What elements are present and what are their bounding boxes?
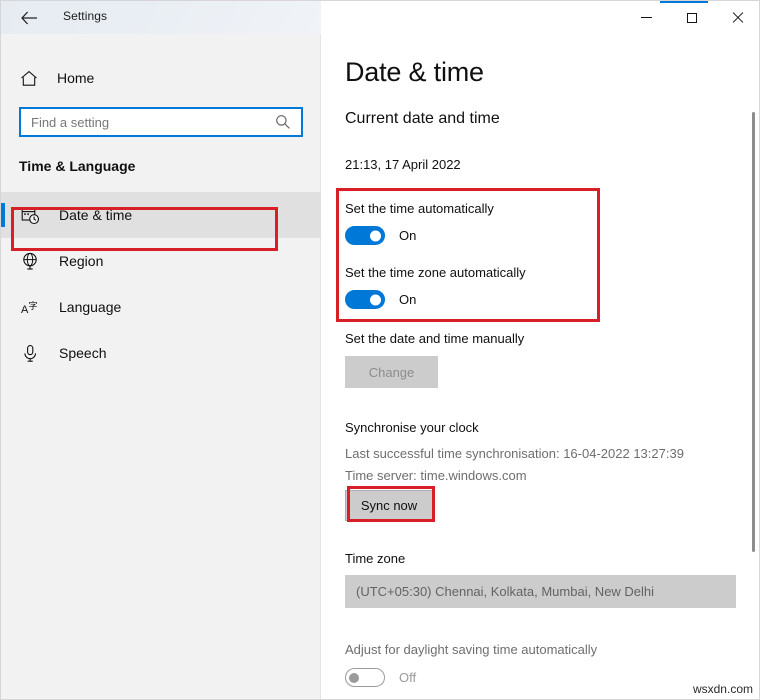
set-timezone-automatically-toggle[interactable] [345, 290, 385, 309]
sidebar-item-home[interactable]: Home [1, 60, 321, 96]
set-time-automatically-toggle[interactable] [345, 226, 385, 245]
sidebar: Home Time & Language [1, 34, 321, 699]
window-controls [623, 1, 759, 34]
search-input[interactable] [29, 113, 269, 131]
back-arrow-icon [20, 11, 37, 25]
set-timezone-automatically-toggle-row: On [345, 290, 416, 309]
set-manually-label: Set the date and time manually [345, 331, 525, 346]
current-date-time-value: 21:13, 17 April 2022 [345, 157, 461, 172]
home-icon [19, 68, 39, 88]
selection-indicator [1, 203, 5, 227]
sidebar-item-label: Language [59, 299, 122, 315]
sidebar-item-label: Speech [59, 345, 107, 361]
sidebar-item-language[interactable]: A 字 Language [1, 284, 321, 330]
sidebar-item-region[interactable]: Region [1, 238, 321, 284]
minimize-button[interactable] [623, 1, 669, 34]
time-server-text: Time server: time.windows.com [345, 468, 527, 483]
toggle-knob [370, 294, 381, 305]
sync-now-button[interactable]: Sync now [345, 490, 433, 521]
content-scrollbar-track[interactable] [747, 34, 759, 699]
current-date-time-heading: Current date and time [345, 110, 500, 127]
timezone-heading: Time zone [345, 551, 406, 566]
daylight-saving-state: Off [399, 670, 417, 685]
title-bar-left-pane [1, 1, 321, 34]
set-time-automatically-label: Set the time automatically [345, 201, 494, 216]
content-scrollbar-thumb[interactable] [752, 112, 755, 552]
minimize-icon [640, 17, 652, 18]
search-icon[interactable] [271, 114, 295, 130]
svg-text:字: 字 [28, 300, 37, 312]
main-content: Date & time Current date and time 21:13,… [322, 34, 759, 699]
settings-window: Settings Home Find a setting Time & Lang… [0, 0, 760, 700]
sidebar-item-label: Date & time [59, 207, 133, 223]
daylight-saving-label: Adjust for daylight saving time automati… [345, 642, 598, 657]
language-icon: A 字 [19, 296, 41, 318]
maximize-button[interactable] [669, 1, 715, 34]
synchronise-clock-heading: Synchronise your clock [345, 420, 479, 435]
set-time-automatically-state: On [399, 228, 417, 243]
timezone-select[interactable]: (UTC+05:30) Chennai, Kolkata, Mumbai, Ne… [345, 575, 736, 608]
close-icon [732, 12, 744, 24]
sidebar-section-title: Time & Language [19, 158, 136, 174]
toggle-knob [349, 672, 359, 683]
set-timezone-automatically-label: Set the time zone automatically [345, 265, 526, 280]
calendar-clock-icon [19, 204, 41, 226]
sidebar-nav: Date & time Region A 字 Language Speech [1, 192, 321, 376]
toggle-knob [370, 230, 381, 241]
page-title: Date & time [345, 57, 484, 87]
set-time-automatically-toggle-row: On [345, 226, 416, 245]
close-button[interactable] [715, 1, 759, 34]
back-button[interactable] [9, 3, 49, 33]
sidebar-item-date-and-time[interactable]: Date & time [1, 192, 321, 238]
last-sync-text: Last successful time synchronisation: 16… [345, 446, 684, 461]
daylight-saving-toggle[interactable] [345, 668, 385, 687]
globe-icon [19, 250, 41, 272]
set-timezone-automatically-state: On [399, 292, 417, 307]
window-title: Settings [63, 9, 108, 23]
maximize-icon [687, 12, 697, 23]
change-button[interactable]: Change [345, 356, 438, 388]
sidebar-item-label: Region [59, 253, 104, 269]
search-box[interactable] [19, 107, 303, 137]
sidebar-item-speech[interactable]: Speech [1, 330, 321, 376]
daylight-saving-toggle-row: Off [345, 668, 416, 687]
microphone-icon [19, 342, 41, 364]
title-bar: Settings [1, 1, 759, 34]
home-label: Home [57, 70, 95, 86]
watermark: wsxdn.com [692, 682, 753, 696]
